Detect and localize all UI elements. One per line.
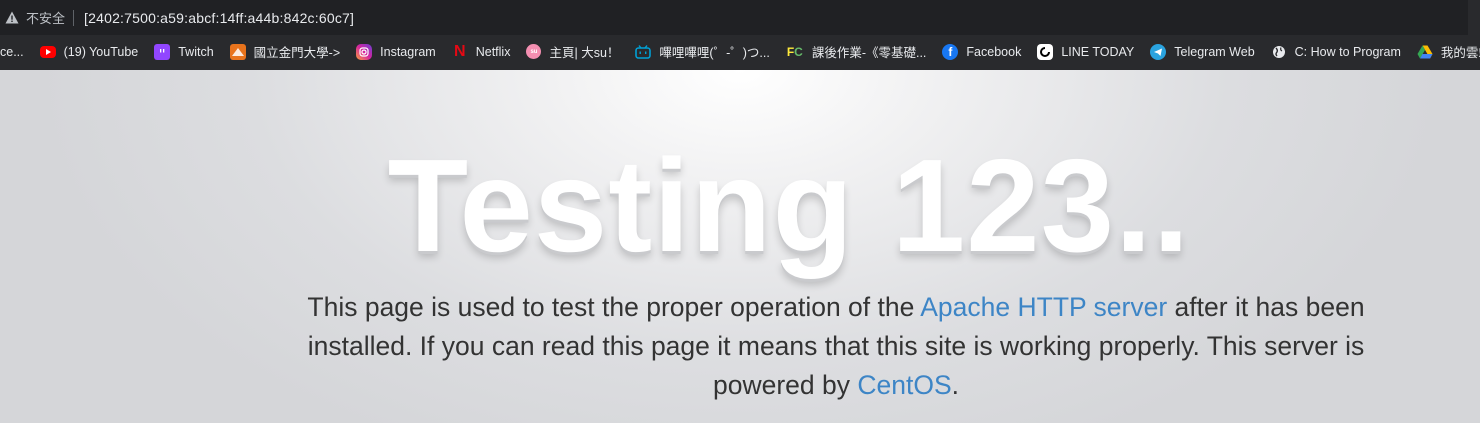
bookmark-label: 國立金門大學-> bbox=[253, 46, 341, 60]
netflix-icon: N bbox=[453, 42, 466, 60]
bookmark-label: Twitch bbox=[178, 44, 214, 59]
bookmark-label: (19) YouTube bbox=[63, 44, 139, 59]
bookmark-label: Facebook bbox=[966, 44, 1022, 59]
desc-text-3: . bbox=[951, 370, 959, 400]
instagram-icon bbox=[356, 43, 373, 60]
bookmark-dasu[interactable]: su 主頁| 大su！ bbox=[518, 38, 627, 66]
bookmark-label: LINE TODAY bbox=[1061, 44, 1135, 59]
facebook-icon: f bbox=[942, 43, 959, 60]
bookmark-label: 我的雲端 bbox=[1440, 46, 1480, 60]
bookmark-telegram[interactable]: Telegram Web bbox=[1142, 38, 1262, 66]
page-title: Testing 123.. bbox=[387, 132, 1191, 279]
bookmark-truncated[interactable]: ce... bbox=[0, 38, 32, 66]
bookmark-facebook[interactable]: f Facebook bbox=[934, 38, 1029, 66]
bookmark-label: Netflix bbox=[475, 44, 511, 59]
nqu-icon bbox=[229, 43, 246, 60]
bookmark-instagram[interactable]: Instagram bbox=[348, 38, 444, 66]
security-label[interactable]: 不安全 bbox=[26, 8, 65, 27]
bookmark-label: 課後作業-《零基礎... bbox=[811, 46, 927, 60]
browser-chrome: 不安全 [2402:7500:a59:abcf:14ff:a44b:842c:6… bbox=[0, 0, 1480, 70]
bookmark-google-drive[interactable]: 我的雲端 bbox=[1409, 38, 1480, 66]
twitch-icon bbox=[154, 43, 171, 60]
bookmark-youtube[interactable]: (19) YouTube bbox=[32, 38, 147, 66]
apache-link[interactable]: Apache HTTP server bbox=[920, 292, 1167, 322]
centos-link[interactable]: CentOS bbox=[857, 370, 951, 400]
bookmark-label: 嗶哩嗶哩(゜-゜)つ... bbox=[659, 46, 770, 60]
address-divider bbox=[73, 9, 75, 26]
bookmark-label: C: How to Program bbox=[1294, 44, 1401, 59]
bookmark-nqu[interactable]: 國立金門大學-> bbox=[222, 38, 348, 66]
google-drive-icon bbox=[1417, 44, 1433, 60]
page-content: Testing 123.. This page is used to test … bbox=[0, 70, 1480, 423]
pink-avatar-icon: su bbox=[526, 44, 542, 59]
bookmark-label: 主頁| 大su！ bbox=[549, 46, 620, 60]
bookmark-c-how-to-program[interactable]: C: How to Program bbox=[1263, 38, 1409, 66]
bookmark-line-today[interactable]: LINE TODAY bbox=[1029, 38, 1142, 66]
page-description: This page is used to test the proper ope… bbox=[270, 288, 1402, 405]
bookmark-bilibili[interactable]: 嗶哩嗶哩(゜-゜)つ... bbox=[627, 38, 777, 66]
youtube-icon bbox=[39, 45, 56, 58]
warning-icon[interactable] bbox=[4, 10, 20, 26]
bookmark-label: ce... bbox=[0, 44, 24, 59]
desc-text-1: This page is used to test the proper ope… bbox=[307, 292, 921, 322]
line-today-icon bbox=[1037, 43, 1054, 60]
fc-icon: FC bbox=[786, 44, 803, 59]
telegram-icon bbox=[1150, 43, 1167, 60]
bookmark-twitch[interactable]: Twitch bbox=[146, 38, 221, 66]
bookmark-netflix[interactable]: N Netflix bbox=[444, 38, 519, 66]
bookmark-label: Telegram Web bbox=[1174, 44, 1255, 59]
url-text[interactable]: [2402:7500:a59:abcf:14ff:a44b:842c:60c7] bbox=[84, 10, 354, 26]
bilibili-icon bbox=[635, 44, 652, 60]
bookmark-fc[interactable]: FC 課後作業-《零基礎... bbox=[778, 38, 935, 66]
globe-icon bbox=[1271, 44, 1287, 60]
bookmarks-bar: ce... (19) YouTube Twitch 國立金門大學-> Insta… bbox=[0, 35, 1480, 68]
bookmark-label: Instagram bbox=[380, 44, 436, 59]
address-bar[interactable]: 不安全 [2402:7500:a59:abcf:14ff:a44b:842c:6… bbox=[0, 0, 1468, 35]
